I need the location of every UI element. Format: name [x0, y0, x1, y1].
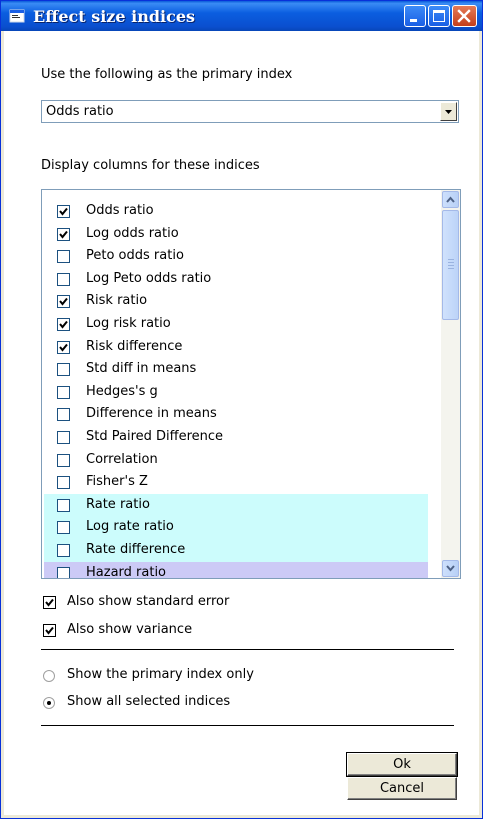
- list-item[interactable]: Std diff in means: [44, 358, 428, 381]
- grip-line: [448, 268, 454, 269]
- index-label: Correlation: [86, 451, 158, 467]
- index-checkbox[interactable]: [57, 295, 70, 309]
- index-checkbox[interactable]: [57, 498, 70, 512]
- index-label: Fisher's Z: [86, 474, 148, 490]
- list-item[interactable]: Peto odds ratio: [44, 245, 428, 268]
- window-title: Effect size indices: [33, 7, 196, 26]
- variance-label: Also show variance: [67, 622, 193, 637]
- primary-only-label: Show the primary index only: [67, 667, 254, 682]
- grip-line: [448, 262, 454, 263]
- title-bar[interactable]: Effect size indices: [1, 1, 482, 31]
- index-label: Odds ratio: [86, 203, 154, 218]
- list-item[interactable]: Hedges's g: [44, 381, 428, 404]
- index-label: Difference in means: [86, 406, 217, 422]
- index-checkbox[interactable]: [57, 453, 70, 467]
- index-checkbox[interactable]: [57, 566, 70, 578]
- index-label: Rate ratio: [86, 496, 150, 512]
- primary-index-dropdown[interactable]: Odds ratio: [41, 100, 459, 123]
- index-label: Hazard ratio: [86, 564, 167, 579]
- all-selected-radio[interactable]: [43, 697, 55, 709]
- list-item[interactable]: Difference in means: [44, 403, 428, 426]
- index-checkbox[interactable]: [57, 430, 70, 444]
- separator: [41, 649, 454, 650]
- index-checkbox[interactable]: [57, 227, 70, 241]
- separator: [41, 725, 454, 726]
- ok-button[interactable]: Ok: [346, 752, 458, 777]
- dialog-body: Use the following as the primary index O…: [4, 31, 479, 815]
- index-checkbox[interactable]: [57, 317, 70, 331]
- index-checkbox[interactable]: [57, 272, 70, 286]
- scroll-up-icon[interactable]: [442, 191, 459, 208]
- index-label: Hedges's g: [86, 383, 158, 399]
- grip-line: [448, 259, 454, 260]
- primary-only-radio[interactable]: [43, 670, 55, 682]
- list-item[interactable]: Rate ratio: [44, 493, 428, 517]
- index-label: Std Paired Difference: [86, 428, 224, 444]
- dialog-window: Effect size indices Use the following as…: [0, 0, 483, 819]
- cancel-button[interactable]: Cancel: [347, 777, 457, 800]
- list-item[interactable]: Rate difference: [44, 538, 428, 562]
- window-icon: [9, 9, 25, 23]
- close-icon[interactable]: [452, 5, 477, 27]
- indices-rows: Odds ratio Log odds ratio Peto odds ratio L…: [44, 200, 428, 579]
- index-label: Peto odds ratio: [86, 248, 184, 264]
- index-label: Log Peto odds ratio: [86, 270, 212, 286]
- index-checkbox[interactable]: [57, 408, 70, 422]
- display-columns-label: Display columns for these indices: [41, 158, 260, 173]
- chevron-down-icon[interactable]: [440, 102, 457, 121]
- list-item[interactable]: Odds ratio: [44, 200, 428, 223]
- list-item[interactable]: Log risk ratio: [44, 313, 428, 336]
- index-checkbox[interactable]: [57, 543, 70, 557]
- scroll-thumb[interactable]: [442, 210, 459, 320]
- primary-index-value: Odds ratio: [46, 104, 114, 119]
- all-selected-label: Show all selected indices: [67, 694, 231, 709]
- maximize-icon[interactable]: [428, 5, 450, 27]
- index-checkbox[interactable]: [57, 363, 70, 377]
- list-item[interactable]: Hazard ratio: [44, 561, 428, 579]
- index-checkbox[interactable]: [57, 476, 70, 490]
- index-label: Rate difference: [86, 541, 186, 557]
- indices-checklist[interactable]: Odds ratio Log odds ratio Peto odds ratio L…: [41, 189, 461, 579]
- list-item[interactable]: Log Peto odds ratio: [44, 268, 428, 291]
- index-label: Std diff in means: [86, 361, 197, 377]
- scroll-down-icon[interactable]: [442, 560, 459, 577]
- list-item[interactable]: Log rate ratio: [44, 516, 428, 539]
- index-checkbox[interactable]: [57, 250, 70, 264]
- std-error-checkbox[interactable]: [43, 596, 56, 609]
- std-error-label: Also show standard error: [67, 594, 230, 609]
- list-item[interactable]: Risk difference: [44, 336, 428, 359]
- index-label: Risk difference: [86, 338, 183, 354]
- vertical-scrollbar[interactable]: [441, 190, 460, 578]
- variance-checkbox[interactable]: [43, 624, 56, 637]
- grip-line: [448, 265, 454, 266]
- list-item[interactable]: Log odds ratio: [44, 223, 428, 246]
- index-checkbox[interactable]: [57, 385, 70, 399]
- index-label: Log odds ratio: [86, 225, 179, 241]
- index-label: Log risk ratio: [86, 315, 171, 331]
- primary-index-label: Use the following as the primary index: [41, 67, 293, 82]
- index-label: Risk ratio: [86, 293, 148, 309]
- index-checkbox[interactable]: [57, 521, 70, 535]
- index-label: Log rate ratio: [86, 519, 174, 535]
- index-checkbox[interactable]: [57, 205, 70, 218]
- index-checkbox[interactable]: [57, 340, 70, 354]
- list-item[interactable]: Risk ratio: [44, 290, 428, 313]
- list-item[interactable]: Fisher's Z: [44, 471, 428, 494]
- radio-dot: [47, 701, 51, 705]
- list-item[interactable]: Correlation: [44, 449, 428, 472]
- minimize-icon[interactable]: [404, 5, 426, 27]
- list-item[interactable]: Std Paired Difference: [44, 426, 428, 449]
